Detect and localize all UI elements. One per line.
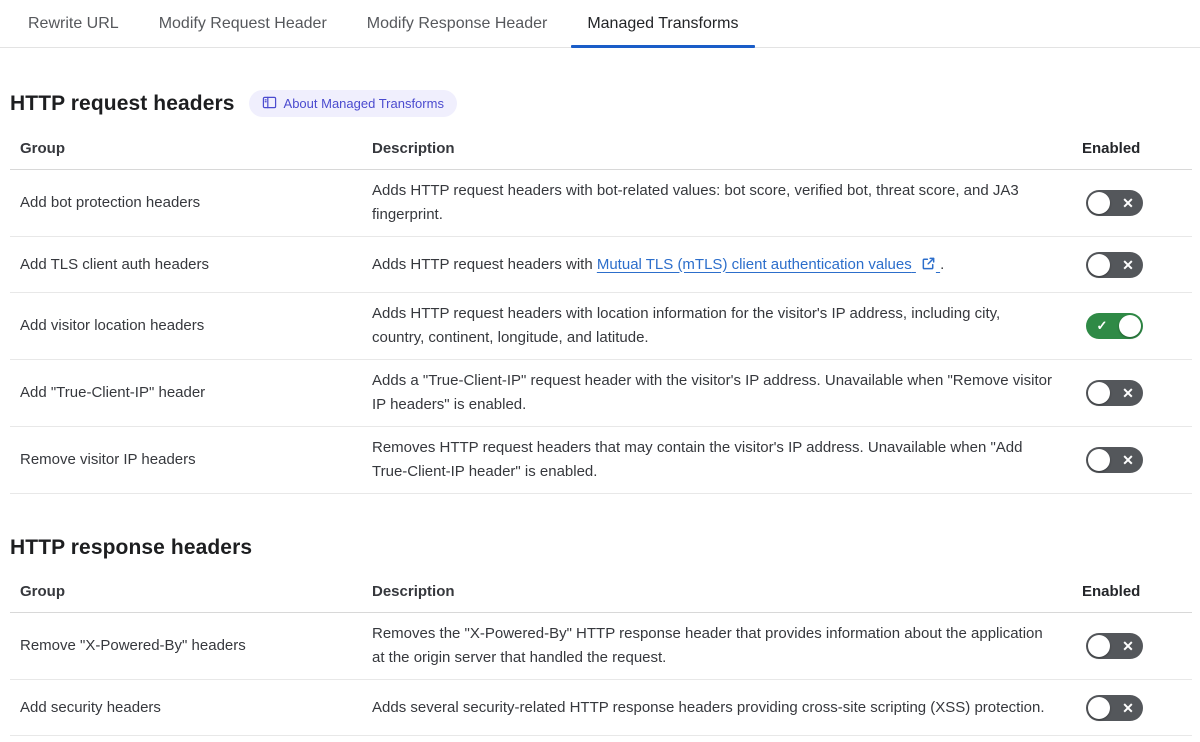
group-description: Adds several security-related HTTP respo…	[372, 698, 1045, 716]
x-icon: ✕	[1122, 638, 1134, 654]
request-headers-table: Group Description Enabled Add bot protectio…	[10, 129, 1192, 494]
tab-rewrite-url[interactable]: Rewrite URL	[12, 0, 135, 47]
response-section-head: HTTP response headers	[10, 536, 1192, 560]
toggle-knob	[1088, 192, 1110, 214]
external-link-icon	[922, 257, 935, 269]
tab-managed-transforms[interactable]: Managed Transforms	[571, 0, 755, 48]
tab-modify-response-header[interactable]: Modify Response Header	[351, 0, 564, 47]
table-header-row: Group Description Enabled	[10, 129, 1192, 170]
column-header-group: Group	[20, 583, 65, 600]
response-headers-section: HTTP response headers Group Description En…	[0, 536, 1200, 736]
toggle-add-security-headers[interactable]: ✕	[1086, 694, 1143, 721]
mutual-tls-mtls-client-authentication-values-link[interactable]: Mutual TLS (mTLS) client authentication …	[597, 256, 940, 273]
table-row: Add "True-Client-IP" header Adds a "True-…	[10, 360, 1192, 427]
group-description: Adds HTTP request headers with Mutual TL…	[372, 255, 945, 273]
column-header-group: Group	[20, 140, 65, 157]
table-row: Remove visitor IP headers Removes HTTP re…	[10, 427, 1192, 494]
toggle-remove-visitor-ip-headers[interactable]: ✕	[1086, 447, 1143, 473]
group-name: Add security headers	[20, 698, 161, 716]
x-icon: ✕	[1122, 385, 1134, 401]
toggle-knob	[1088, 382, 1110, 404]
about-managed-transforms-link[interactable]: About Managed Transforms	[248, 90, 457, 117]
group-name: Remove "X-Powered-By" headers	[20, 637, 246, 654]
request-headers-section: HTTP request headers About Managed Trans…	[0, 90, 1200, 494]
tab-bar: Rewrite URL Modify Request Header Modify R…	[0, 0, 1200, 48]
x-icon: ✕	[1122, 256, 1134, 273]
group-description: Adds HTTP request headers with bot-relat…	[372, 182, 1019, 223]
table-row: Add TLS client auth headers Adds HTTP req…	[10, 237, 1192, 293]
request-section-title: HTTP request headers	[10, 91, 235, 115]
group-name: Add "True-Client-IP" header	[20, 384, 206, 401]
group-description: Removes HTTP request headers that may co…	[372, 439, 1023, 480]
book-icon	[262, 96, 276, 109]
managed-transforms-page: Rewrite URL Modify Request Header Modify R…	[0, 0, 1200, 736]
toggle-add-tls-client-auth-headers[interactable]: ✕	[1086, 251, 1143, 278]
toggle-knob	[1088, 635, 1110, 657]
about-managed-transforms-label: About Managed Transforms	[283, 96, 444, 111]
x-icon: ✕	[1122, 195, 1134, 211]
toggle-remove-x-powered-by-headers[interactable]: ✕	[1086, 633, 1143, 659]
toggle-knob	[1088, 449, 1110, 471]
check-icon: ✓	[1096, 318, 1108, 333]
group-name: Add bot protection headers	[20, 194, 201, 211]
group-name: Remove visitor IP headers	[20, 451, 196, 468]
group-description: Removes the "X-Powered-By" HTTP response…	[372, 625, 1043, 666]
column-header-enabled: Enabled	[1082, 583, 1141, 600]
x-icon: ✕	[1122, 452, 1134, 468]
table-row: Add bot protection headers Adds HTTP requ…	[10, 170, 1192, 237]
column-header-enabled: Enabled	[1082, 140, 1141, 157]
tab-modify-request-header[interactable]: Modify Request Header	[143, 0, 343, 47]
group-description: Adds HTTP request headers with location …	[372, 305, 1001, 346]
toggle-add-bot-protection-headers[interactable]: ✕	[1086, 190, 1143, 216]
table-row: Add security headers Adds several securit…	[10, 680, 1192, 736]
table-header-row: Group Description Enabled	[10, 572, 1192, 613]
book-icon-slot	[262, 95, 277, 112]
table-row: Remove "X-Powered-By" headers Removes the…	[10, 613, 1192, 680]
toggle-add-visitor-location-headers[interactable]: ✓	[1086, 313, 1143, 339]
response-section-title: HTTP response headers	[10, 536, 253, 559]
table-row: Add visitor location headers Adds HTTP re…	[10, 293, 1192, 360]
x-icon: ✕	[1122, 699, 1134, 716]
group-description: Adds a "True-Client-IP" request header w…	[372, 372, 1052, 413]
toggle-knob	[1088, 253, 1110, 276]
toggle-knob	[1088, 696, 1110, 719]
response-headers-table: Group Description Enabled Remove "X-Powered…	[10, 572, 1192, 736]
column-header-description: Description	[372, 583, 455, 600]
group-name: Add TLS client auth headers	[20, 255, 210, 273]
toggle-add-true-client-ip-header[interactable]: ✕	[1086, 380, 1143, 406]
toggle-knob	[1119, 315, 1141, 337]
group-name: Add visitor location headers	[20, 317, 205, 334]
column-header-description: Description	[372, 140, 455, 157]
request-section-head: HTTP request headers About Managed Trans…	[10, 90, 1192, 117]
